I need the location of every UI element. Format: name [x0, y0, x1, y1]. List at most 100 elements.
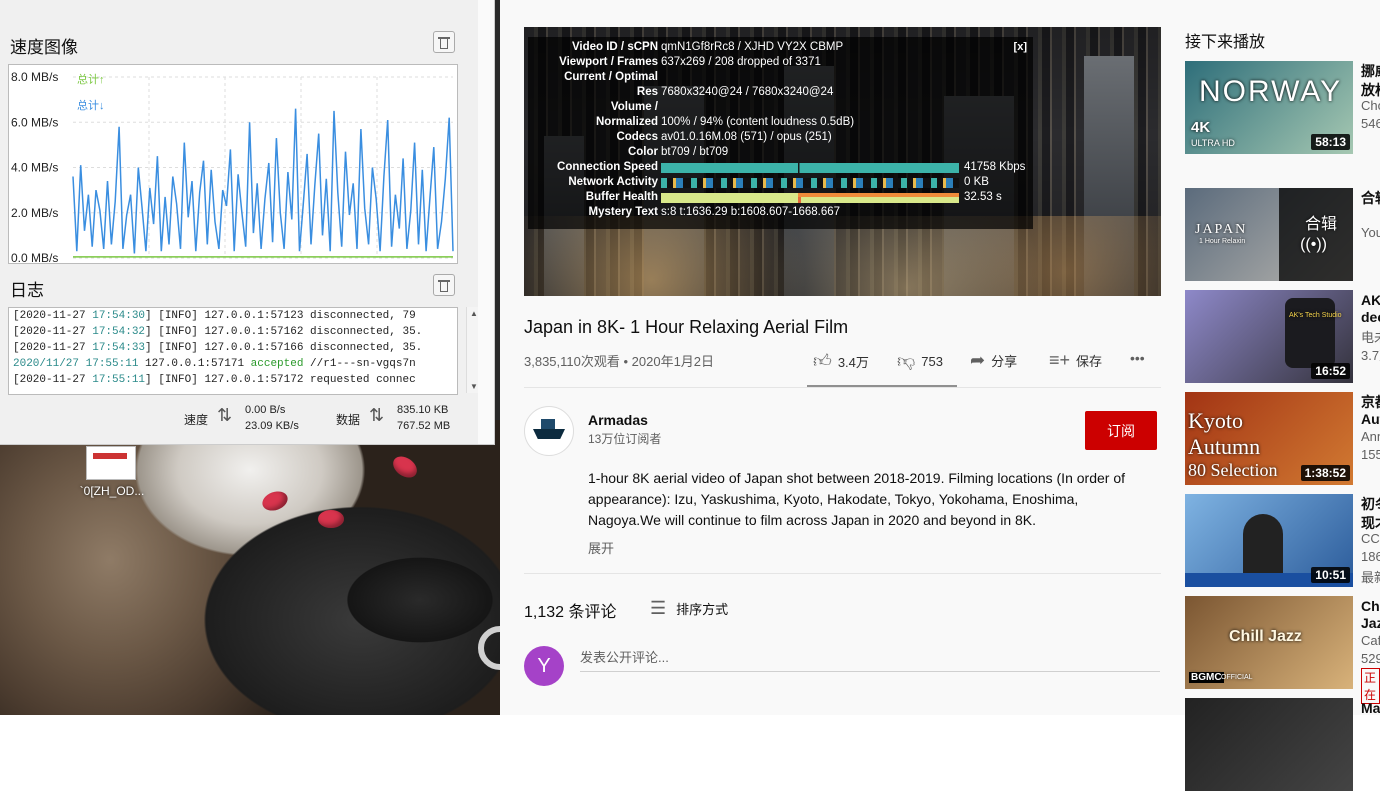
sort-icon: ☰: [650, 598, 667, 618]
stats-row: Viewport / Frames 637x269 / 208 dropped o…: [528, 56, 1033, 71]
window-scrollbar[interactable]: [478, 0, 494, 444]
desktop-file-label[interactable]: `0[ZH_OD...: [62, 484, 162, 498]
cat-claw: [389, 452, 421, 482]
video-thumbnail[interactable]: [1185, 698, 1353, 791]
user-avatar: Y: [524, 646, 564, 686]
stats-value: 100% / 94% (content loudness 0.5dB): [661, 116, 855, 128]
desktop-file-icon[interactable]: [86, 446, 136, 480]
channel-avatar[interactable]: [524, 406, 574, 456]
stats-value: 32.53 s: [964, 191, 1002, 203]
show-more-link[interactable]: 展开: [588, 538, 614, 557]
transfer-arrows-icon: ⇅: [217, 405, 233, 425]
stats-value: 0 KB: [964, 176, 989, 188]
transfer-arrows-icon: ⇅: [369, 405, 385, 425]
video-duration: 58:13: [1311, 134, 1350, 150]
data-up-value: 835.10 KB: [397, 404, 449, 416]
recommended-title[interactable]: AK: [1361, 291, 1380, 309]
log-time: 17:55:11: [92, 374, 146, 386]
broadcast-icon: ((•)): [1300, 236, 1327, 253]
video-meta: 3,835,110次观看 • 2020年1月2日: [524, 354, 715, 369]
recommended-video[interactable]: Chill JazzBGMCOFFICIALChiJazCaf529正在: [1185, 596, 1380, 704]
stats-row: Codecs av01.0.16M.08 (571) / opus (251): [528, 131, 1033, 146]
video-thumbnail[interactable]: NORWAY 4K ULTRA HD 58:13: [1185, 61, 1353, 154]
clear-chart-trash-icon[interactable]: [433, 31, 455, 53]
stats-for-nerds: [x] Video ID / sCPN qmN1Gf8rRc8 / XJHD VY…: [528, 37, 1033, 229]
scroll-up-arrow-icon[interactable]: ▲: [470, 309, 478, 318]
recommended-title[interactable]: 挪威: [1361, 62, 1380, 80]
log-list[interactable]: [2020-11-27 17:54:30] [INFO] 127.0.0.1:5…: [8, 307, 458, 395]
proxy-speed-window: 速度图像 8.0 MB/s 6.0 MB/s 4.0 MB/s 2.0 MB/s 0.0…: [0, 0, 495, 445]
clear-log-trash-icon[interactable]: [433, 274, 455, 296]
video-thumbnail[interactable]: Kyoto Autumn 80 Selection 1:38:52: [1185, 392, 1353, 485]
video-thumbnail[interactable]: 10:51: [1185, 494, 1353, 587]
stats-value: qmN1Gf8rRc8 / XJHD VY2X CBMP: [661, 41, 844, 53]
recommended-title[interactable]: 合辑: [1361, 189, 1380, 207]
recommended-title[interactable]: Aut: [1361, 411, 1380, 427]
scroll-down-arrow-icon[interactable]: ▼: [470, 382, 478, 391]
y-tick-label: 8.0 MB/s: [11, 70, 58, 84]
share-button[interactable]: ➦ 分享: [970, 350, 1017, 371]
recommended-title[interactable]: dec: [1361, 309, 1380, 325]
recommended-video[interactable]: 合辑 JAPAN1 Hour Relaxin ((•)) 合辑 You: [1185, 188, 1380, 281]
data-down-value: 767.52 MB: [397, 420, 451, 432]
series-line: [72, 108, 454, 254]
video-thumbnail[interactable]: AK's Tech Studio 16:52: [1185, 290, 1353, 383]
stats-key: Res: [636, 86, 658, 98]
recommended-title[interactable]: Chi: [1361, 597, 1380, 615]
thumb-overlay-text: 80 Selection: [1188, 460, 1278, 480]
recommended-title[interactable]: 放松: [1361, 80, 1380, 100]
save-label: 保存: [1076, 354, 1103, 369]
comment-count: 1,132 条评论: [524, 604, 617, 621]
speed-chart-title: 速度图像: [10, 38, 78, 57]
video-thumbnail[interactable]: 合辑 JAPAN 1 Hour Relaxin ((•)): [1185, 188, 1353, 281]
log-text: ] [INFO] 127.0.0.1:57166 disconnected, 3…: [145, 342, 423, 354]
recommended-channel: You: [1361, 225, 1380, 240]
channel-subscribers: 13万位订阅者: [588, 432, 662, 446]
stats-graph: [661, 193, 959, 203]
speed-chart-svg: 8.0 MB/s 6.0 MB/s 4.0 MB/s 2.0 MB/s 0.0 MB/s: [11, 70, 454, 265]
stats-key: Normalized: [596, 116, 658, 128]
more-actions-icon[interactable]: •••: [1130, 350, 1145, 366]
like-button[interactable]: 👍︎ 3.4万: [813, 350, 869, 372]
recommended-video[interactable]: 10:51 初冬现才CCT 186 最新: [1185, 494, 1380, 587]
log-date: [2020-11-27: [13, 310, 93, 322]
stats-row: Buffer Health 32.53 s: [528, 191, 1033, 206]
log-accepted: accepted: [250, 358, 304, 370]
recommended-title[interactable]: Ma: [1361, 699, 1380, 717]
recommended-title[interactable]: Jaz: [1361, 615, 1380, 631]
stats-row: Current / Optimal: [528, 71, 1033, 86]
stats-key: Viewport / Frames: [559, 56, 658, 68]
share-arrow-icon: ➦: [970, 350, 986, 370]
stats-row: Network Activity 0 KB: [528, 176, 1033, 191]
video-thumbnail[interactable]: Chill Jazz BGMC OFFICIAL: [1185, 596, 1353, 689]
recommended-video[interactable]: KyotoAutumn80 Selection 1:38:52 京都Aut Ann 15…: [1185, 392, 1380, 485]
recommended-video[interactable]: Ma: [1185, 698, 1380, 791]
stats-key: Connection Speed: [557, 161, 658, 173]
recommended-title[interactable]: 现才: [1361, 513, 1380, 533]
stats-row: Connection Speed 41758 Kbps: [528, 161, 1033, 176]
recommended-video[interactable]: AK's Tech Studio 16:52 AKdec 电未 3.7万: [1185, 290, 1380, 383]
save-button[interactable]: ≡+ 保存: [1049, 350, 1102, 371]
recommended-title[interactable]: 初冬: [1361, 495, 1380, 513]
playlist-add-icon: ≡+: [1049, 350, 1071, 370]
recommended-video[interactable]: NORWAY 4K ULTRA HD 58:13 挪威放松Cho 546: [1185, 61, 1380, 154]
log-title: 日志: [10, 281, 44, 300]
recommended-channel: CCT: [1361, 531, 1380, 546]
thumbs-down-icon: 👎︎: [897, 351, 916, 371]
log-date: [2020-11-27: [13, 374, 93, 386]
dislike-button[interactable]: 👎︎ 753: [897, 350, 943, 372]
legend-up: 总计↑: [77, 74, 105, 86]
recommended-badge: 最新: [1361, 570, 1380, 585]
playlist-overlay: [1279, 188, 1353, 281]
video-description: 1-hour 8K aerial video of Japan shot bet…: [588, 470, 1125, 528]
stats-value: 637x269 / 208 dropped of 3371: [661, 56, 821, 68]
sort-comments-button[interactable]: ☰ 排序方式: [650, 598, 728, 619]
stats-key: Network Activity: [568, 176, 658, 188]
stats-row: Video ID / sCPN qmN1Gf8rRc8 / XJHD VY2X C…: [528, 41, 1033, 56]
subscribe-button[interactable]: 订阅: [1085, 411, 1157, 450]
recommended-views: 155: [1361, 447, 1380, 462]
stats-key: Codecs: [616, 131, 658, 143]
channel-name[interactable]: Armadas: [588, 412, 648, 428]
comment-input[interactable]: 发表公开评论...: [580, 647, 1160, 672]
recommended-title[interactable]: 京都: [1361, 393, 1380, 411]
